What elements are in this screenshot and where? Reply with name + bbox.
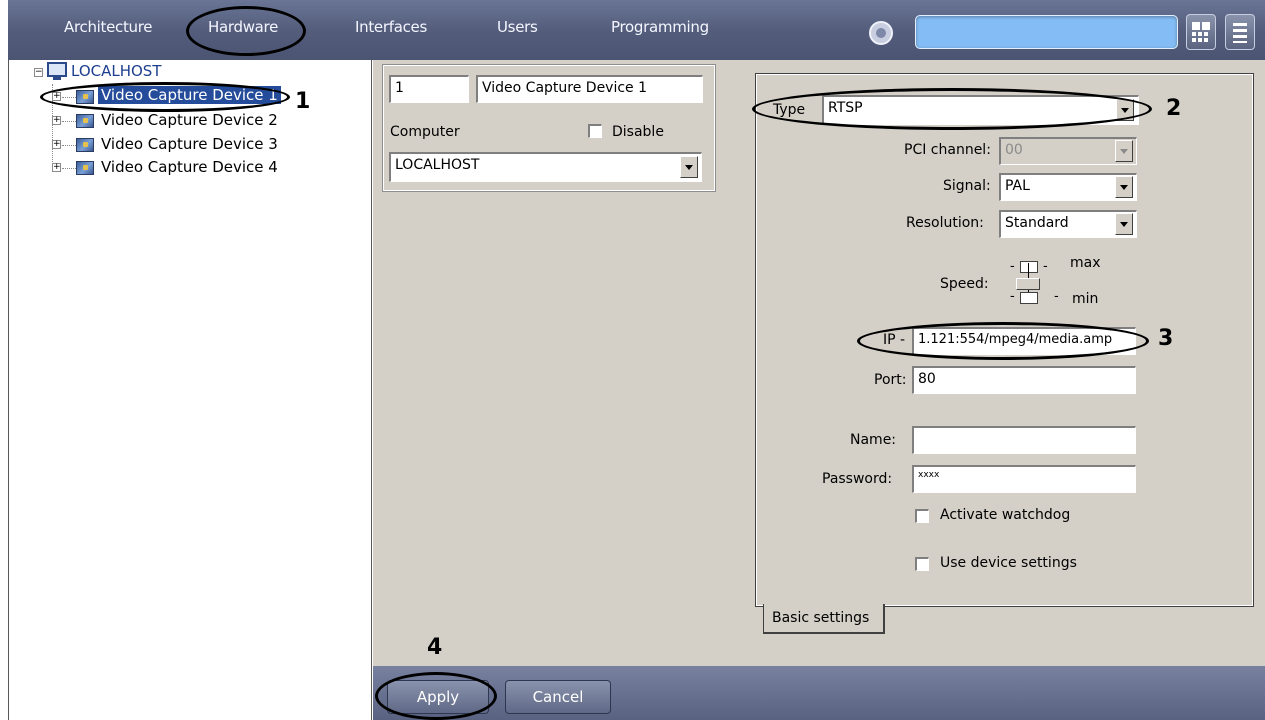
- tree-item-video-capture-device-2[interactable]: Video Capture Device 2: [101, 111, 278, 129]
- password-field[interactable]: xxxx: [912, 465, 1136, 493]
- computer-select[interactable]: LOCALHOST: [389, 152, 702, 182]
- use-device-settings-checkbox[interactable]: [915, 557, 929, 571]
- grid-icon: [1192, 22, 1210, 42]
- chevron-down-icon[interactable]: [1115, 213, 1133, 235]
- tree-item-video-capture-device-3[interactable]: Video Capture Device 3: [101, 135, 278, 153]
- chevron-down-icon[interactable]: [1116, 99, 1134, 121]
- tree-expand-icon[interactable]: +: [52, 140, 61, 149]
- speed-slider-bottom: [1020, 292, 1038, 304]
- tree-expand-icon[interactable]: +: [52, 116, 61, 125]
- tab-users[interactable]: Users: [497, 18, 538, 36]
- computer-label: Computer: [390, 124, 460, 140]
- callout-marker-3: 3: [1158, 326, 1174, 351]
- tab-programming[interactable]: Programming: [611, 18, 709, 36]
- chevron-down-icon[interactable]: [680, 156, 698, 178]
- tree-item-video-capture-device-1[interactable]: Video Capture Device 1: [98, 86, 281, 104]
- disable-label: Disable: [612, 124, 664, 140]
- search-gear-icon[interactable]: [868, 20, 894, 46]
- use-device-settings-label: Use device settings: [940, 555, 1077, 571]
- layout-grid-button[interactable]: [1186, 14, 1216, 50]
- tab-hardware[interactable]: Hardware: [208, 18, 278, 36]
- tree-root-localhost[interactable]: LOCALHOST: [71, 62, 162, 80]
- tab-architecture[interactable]: Architecture: [64, 18, 153, 36]
- device-id-field[interactable]: 1: [389, 75, 469, 103]
- signal-label: Signal:: [943, 178, 991, 194]
- tree-connector: [62, 145, 76, 146]
- speed-max-label: max: [1070, 255, 1101, 271]
- search-input[interactable]: [915, 15, 1178, 49]
- computer-icon: [47, 62, 67, 80]
- video-capture-device-icon: [76, 138, 94, 152]
- tick-mark: -: [1054, 289, 1059, 304]
- tree-connector: [62, 168, 76, 169]
- name-field[interactable]: [912, 426, 1136, 454]
- tree-item-video-capture-device-4[interactable]: Video Capture Device 4: [101, 158, 278, 176]
- tick-mark: -: [1043, 259, 1048, 274]
- tree-connector: [62, 97, 76, 98]
- password-label: Password:: [822, 471, 893, 487]
- tab-basic-settings[interactable]: Basic settings: [763, 604, 885, 634]
- menu-button[interactable]: [1225, 14, 1255, 50]
- video-capture-device-icon: [76, 161, 94, 175]
- type-select[interactable]: RTSP: [822, 95, 1139, 125]
- tree-expand-icon[interactable]: +: [52, 92, 61, 101]
- name-label: Name:: [850, 432, 897, 448]
- tab-interfaces[interactable]: Interfaces: [355, 18, 427, 36]
- resolution-label: Resolution:: [906, 215, 984, 231]
- device-name-field[interactable]: Video Capture Device 1: [476, 75, 703, 103]
- ip-label: IP -: [883, 332, 906, 348]
- video-capture-device-icon: [76, 114, 94, 128]
- disable-checkbox[interactable]: [588, 124, 602, 138]
- port-label: Port:: [874, 372, 907, 388]
- video-capture-device-icon: [76, 90, 94, 104]
- chevron-down-icon[interactable]: [1115, 176, 1133, 198]
- list-menu-icon: [1233, 23, 1247, 43]
- speed-slider-top: [1020, 261, 1038, 273]
- speed-label: Speed:: [940, 276, 989, 292]
- pci-channel-label: PCI channel:: [904, 142, 991, 158]
- tree-expand-icon[interactable]: +: [52, 163, 61, 172]
- cancel-button[interactable]: Cancel: [505, 680, 611, 714]
- type-label: Type: [773, 102, 806, 118]
- tree-collapse-icon[interactable]: −: [34, 68, 43, 77]
- callout-marker-1: 1: [295, 89, 311, 114]
- tick-mark: -: [1010, 289, 1015, 304]
- apply-button[interactable]: Apply: [387, 680, 489, 714]
- callout-marker-2: 2: [1166, 96, 1182, 121]
- activate-watchdog-checkbox[interactable]: [915, 509, 929, 523]
- tree-connector: [62, 121, 76, 122]
- activate-watchdog-label: Activate watchdog: [940, 507, 1071, 523]
- callout-marker-4: 4: [427, 635, 443, 660]
- port-field[interactable]: 80: [912, 366, 1136, 394]
- chevron-down-icon: [1115, 140, 1133, 162]
- tick-mark: -: [1010, 259, 1015, 274]
- speed-slider-thumb[interactable]: [1016, 278, 1040, 290]
- ip-field[interactable]: 1.121:554/mpeg4/media.amp: [912, 327, 1136, 355]
- speed-min-label: min: [1072, 291, 1099, 307]
